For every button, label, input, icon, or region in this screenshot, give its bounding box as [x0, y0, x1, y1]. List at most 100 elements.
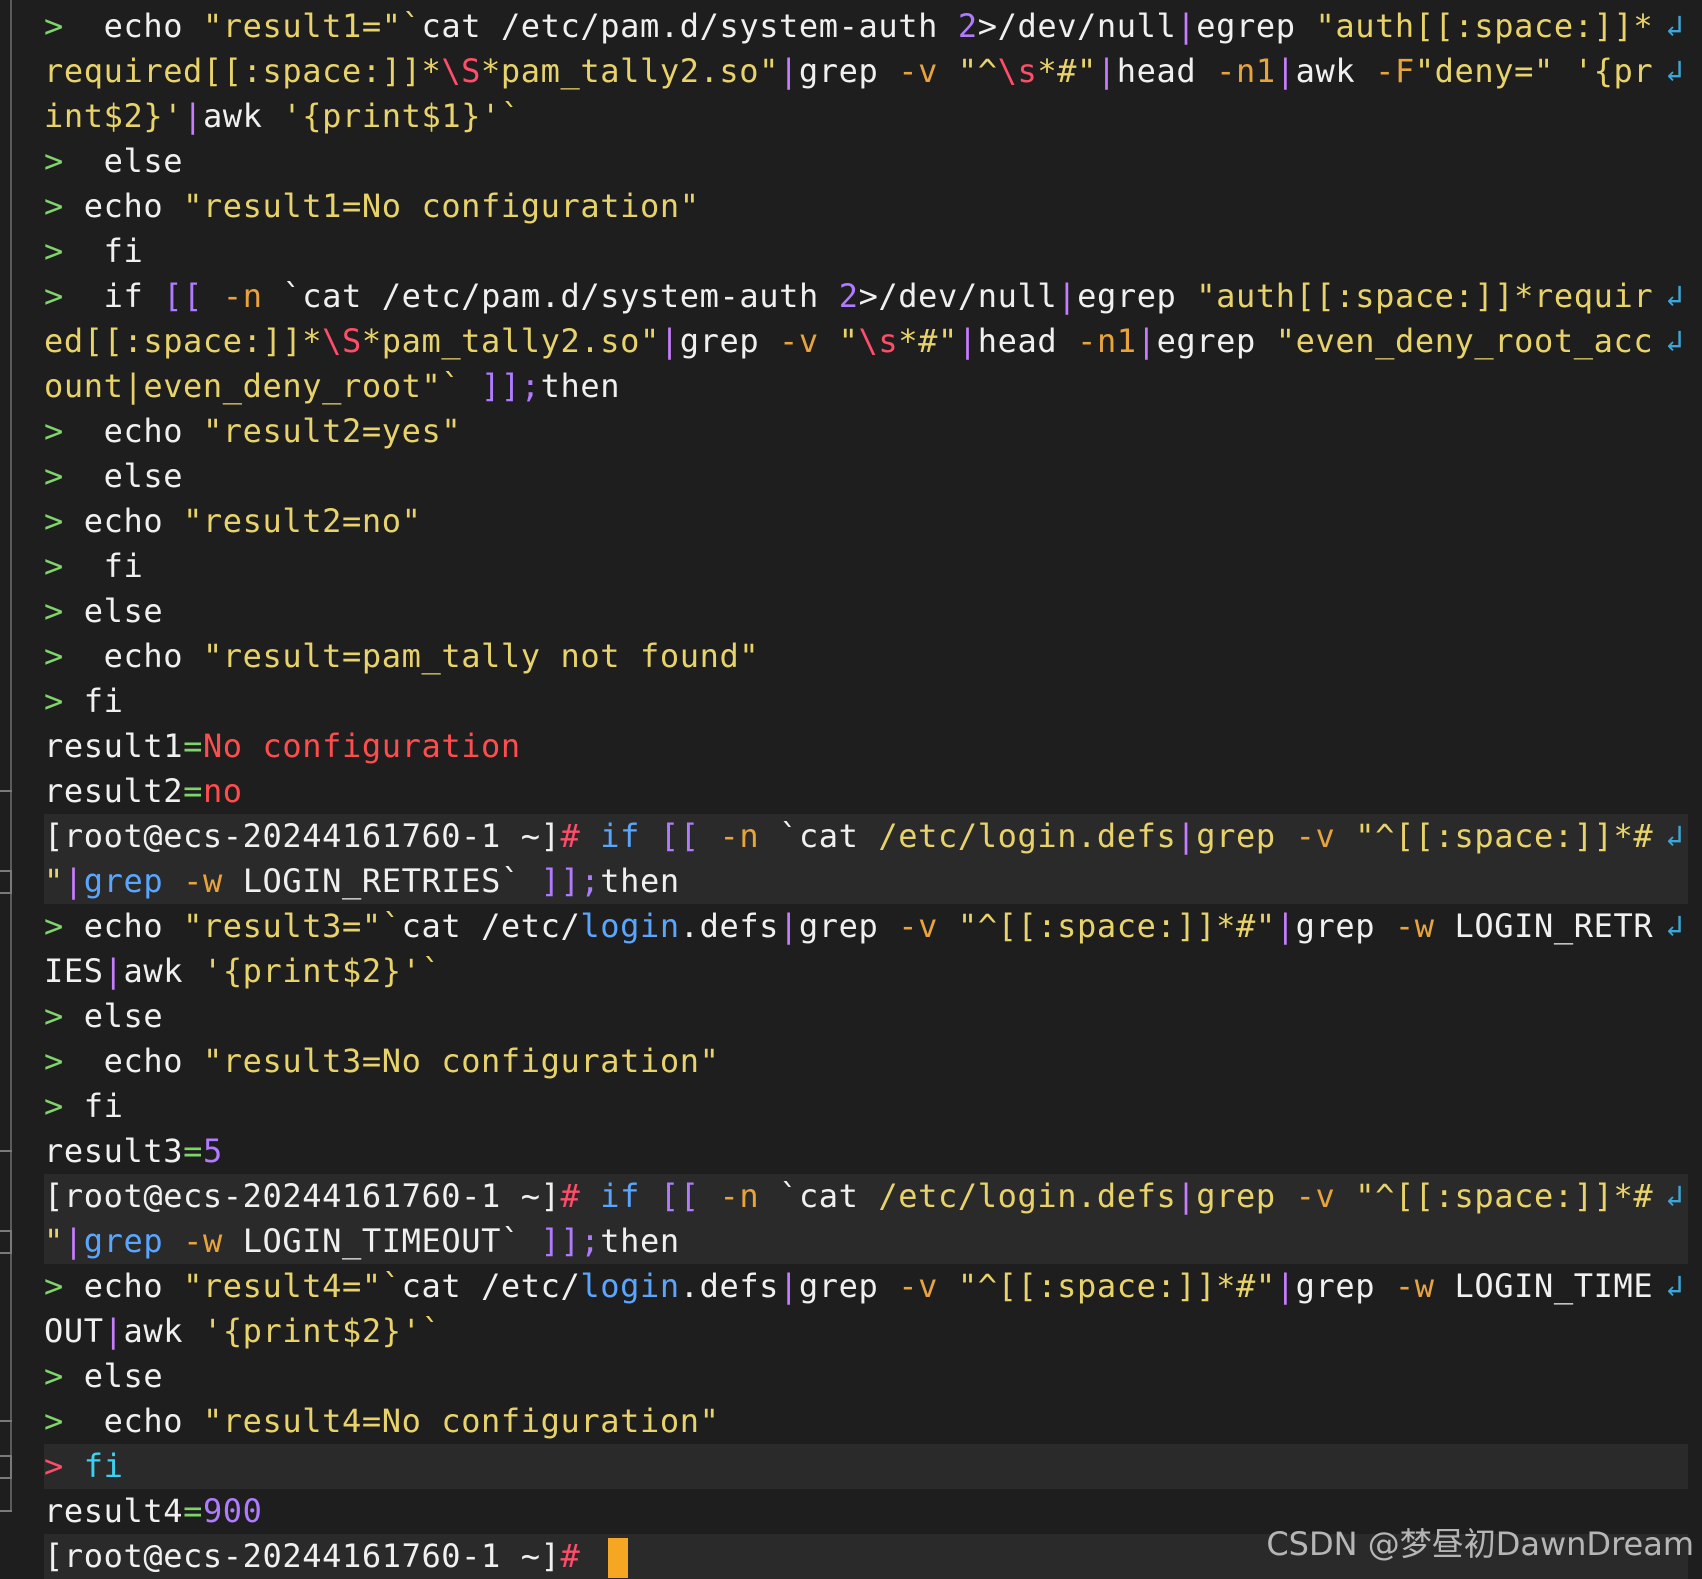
terminal-text-segment: |: [1176, 7, 1197, 45]
terminal-text-segment: ": [44, 1222, 64, 1260]
terminal-text-segment: then: [600, 862, 680, 900]
terminal-text-segment: >: [44, 457, 104, 495]
terminal-text-segment: >: [44, 1402, 104, 1440]
wrap-arrow-icon: ↲: [1665, 9, 1684, 44]
terminal-text-segment: >: [44, 907, 84, 945]
terminal-text-segment: \s: [858, 322, 899, 360]
terminal-text-segment: >: [44, 502, 84, 540]
terminal-line: [root@ecs-20244161760-1 ~]# if [[ -n `ca…: [44, 1174, 1688, 1219]
terminal-line: IES|awk '{print$2}'`: [44, 949, 1688, 994]
terminal-line: int$2}'|awk '{print$1}'`: [44, 94, 1688, 139]
terminal-text-segment: fi: [83, 1447, 124, 1485]
terminal-text-segment: fi: [83, 1087, 124, 1125]
terminal-text-segment: login: [580, 907, 680, 945]
terminal-text-segment: LOGIN_RETR: [1454, 907, 1654, 945]
terminal-text-segment: result3: [44, 1132, 184, 1170]
terminal-text-segment: -n: [222, 277, 283, 315]
terminal-text-segment: "^[[:space:]]*#: [1355, 1177, 1654, 1215]
terminal-text-segment: grep: [1196, 817, 1296, 855]
terminal-text-segment: LOGIN_TIME: [1454, 1267, 1654, 1305]
terminal-text-segment: echo: [83, 187, 184, 225]
terminal-line: > else: [44, 994, 1688, 1039]
terminal-text-segment: echo: [83, 1267, 184, 1305]
terminal-text-segment: echo: [103, 1402, 203, 1440]
terminal-text-segment: |: [779, 52, 799, 90]
terminal-text-segment: >/dev/null: [977, 7, 1177, 45]
terminal-text-segment: >: [44, 187, 84, 225]
terminal-text-segment: /etc/: [481, 907, 581, 945]
terminal-text-segment: =: [183, 1492, 203, 1530]
terminal-text-segment: awk: [123, 952, 203, 990]
terminal-text-segment: ]];: [540, 1222, 601, 1260]
terminal-text-segment: |: [1275, 1267, 1296, 1305]
fold-marker-icon[interactable]: [0, 870, 12, 894]
terminal-text-segment: [root@ecs-20244161760-1 ~]: [44, 1177, 561, 1215]
terminal-line: > else: [44, 589, 1688, 634]
terminal-text-segment: >/dev/null: [858, 277, 1058, 315]
terminal-text-segment: "^[[:space:]]*#: [1355, 817, 1654, 855]
terminal-text-segment: >: [44, 7, 104, 45]
wrap-arrow-icon: ↲: [1665, 279, 1684, 314]
text-cursor: [608, 1538, 629, 1578]
terminal-text-segment: [[: [659, 817, 720, 855]
terminal-text-segment: "result4=No configuration": [202, 1402, 720, 1440]
terminal-text-segment: "result1=No configuration": [183, 187, 700, 225]
terminal-line: > fi: [44, 544, 1688, 589]
terminal-text-segment: IES: [44, 952, 104, 990]
terminal-line: result3=5: [44, 1129, 1688, 1174]
terminal-line: "|grep -w LOGIN_RETRIES` ]];then: [44, 859, 1688, 904]
terminal-line: [root@ecs-20244161760-1 ~]# if [[ -n `ca…: [44, 814, 1688, 859]
terminal-text-segment: [[: [659, 1177, 720, 1215]
terminal-line: > fi: [44, 679, 1688, 724]
terminal-line: > else: [44, 139, 1688, 184]
terminal-text-segment: int$2}': [44, 97, 184, 135]
terminal-text-segment: |: [103, 1312, 124, 1350]
terminal-text-segment: \s: [997, 52, 1038, 90]
terminal-text-segment: '{print$2}'`: [202, 1312, 442, 1350]
terminal-text-segment: grep: [798, 1267, 899, 1305]
fold-marker-icon[interactable]: [0, 1455, 12, 1479]
terminal-text-segment: No configuration: [202, 727, 521, 765]
terminal-text-segment: -v: [1295, 817, 1356, 855]
terminal-text-segment: >: [44, 412, 104, 450]
terminal-text-segment: |: [957, 322, 978, 360]
terminal-text-segment: required[[:space:]]*: [44, 52, 442, 90]
terminal-window[interactable]: > echo "result1="`cat /etc/pam.d/system-…: [0, 0, 1702, 1579]
terminal-line: > echo "result3="`cat /etc/login.defs|gr…: [44, 904, 1688, 949]
wrap-arrow-icon: ↲: [1665, 909, 1684, 944]
terminal-text-segment: |: [63, 862, 84, 900]
terminal-text-segment: "^: [957, 52, 998, 90]
terminal-text-segment: 2: [957, 7, 978, 45]
terminal-text-segment: head: [977, 322, 1078, 360]
terminal-text-segment: -F: [1375, 52, 1415, 90]
terminal-text-segment: *pam_tally2.so": [481, 52, 780, 90]
fold-end-marker: [0, 1150, 12, 1152]
terminal-text-segment: 900: [202, 1492, 263, 1530]
wrap-arrow-icon: ↲: [1665, 324, 1684, 359]
terminal-text-segment: |: [1275, 52, 1296, 90]
terminal-text-segment: "result4="`: [183, 1267, 402, 1305]
terminal-text-segment: "deny=": [1414, 52, 1574, 90]
terminal-text-segment: echo: [103, 412, 203, 450]
terminal-text-segment: |: [1136, 322, 1157, 360]
terminal-text-segment: else: [83, 997, 164, 1035]
terminal-text-segment: '{print$1}'`: [282, 97, 521, 135]
terminal-text-segment: awk: [1295, 52, 1376, 90]
fold-marker-icon[interactable]: [0, 1230, 12, 1254]
terminal-text-segment: >: [44, 1087, 84, 1125]
terminal-text-segment: >: [44, 232, 104, 270]
terminal-line: > fi: [44, 1444, 1688, 1489]
terminal-text-segment: fi: [83, 682, 124, 720]
terminal-text-segment: then: [600, 1222, 680, 1260]
terminal-text-segment: "^[[:space:]]*#": [957, 1267, 1276, 1305]
terminal-text-segment: grep: [798, 52, 899, 90]
terminal-text-segment: ]];: [481, 367, 541, 405]
terminal-line: ount|even_deny_root"` ]];then: [44, 364, 1688, 409]
terminal-text-segment: "even_deny_root_acc: [1275, 322, 1654, 360]
terminal-text-segment: fi: [103, 232, 144, 270]
terminal-text-segment: *pam_tally2.so": [361, 322, 660, 360]
terminal-text-segment: "result3=No configuration": [202, 1042, 720, 1080]
terminal-text-segment: |: [1096, 52, 1117, 90]
terminal-text-segment: |: [103, 952, 124, 990]
terminal-text-segment: -w: [1394, 1267, 1455, 1305]
